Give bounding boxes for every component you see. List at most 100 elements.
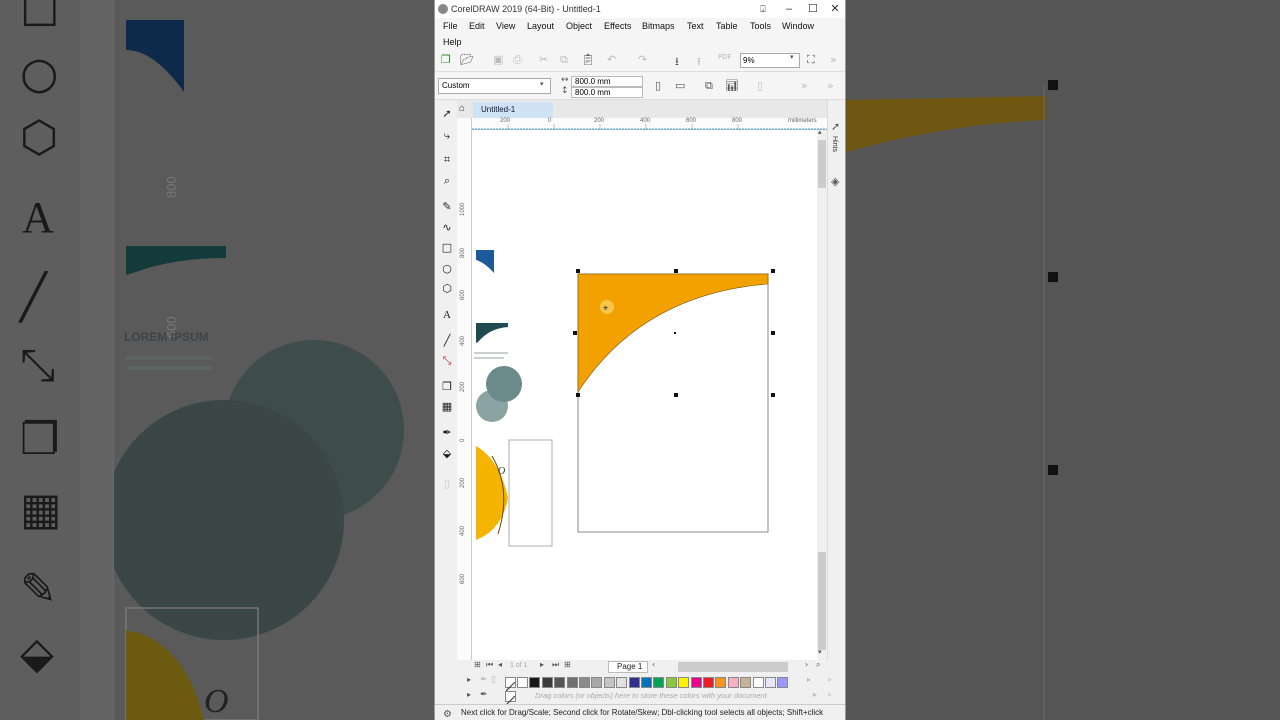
publish-pdf-icon[interactable]: PDF: [718, 53, 732, 61]
save-icon[interactable]: ▣: [493, 53, 503, 66]
eyedropper-tool-icon[interactable]: ✒: [439, 425, 455, 441]
hints-docker-tab[interactable]: Hints: [831, 136, 838, 152]
open-folder-icon[interactable]: 📂︎: [460, 53, 474, 66]
color-swatch[interactable]: [765, 677, 776, 688]
color-swatch[interactable]: [777, 677, 789, 688]
color-swatch[interactable]: [715, 677, 727, 688]
maximize-button[interactable]: ☐: [805, 1, 821, 17]
objects-docker-icon[interactable]: ◈: [831, 175, 839, 188]
menu-edit[interactable]: Edit: [469, 21, 485, 31]
color-swatch[interactable]: [752, 677, 764, 688]
page-height-field[interactable]: 800.0 mm: [571, 87, 643, 98]
freehand-tool-icon[interactable]: ✎: [439, 199, 455, 215]
quick-customize-icon[interactable]: ⍗: [755, 1, 771, 17]
page-nav-last-icon[interactable]: ⏭: [552, 660, 559, 670]
zoom-dropdown-icon[interactable]: ▾: [790, 53, 794, 61]
menu-layout[interactable]: Layout: [527, 21, 554, 31]
color-swatch[interactable]: [641, 677, 652, 688]
scroll-up-icon[interactable]: ▴: [818, 128, 822, 136]
page-nav-next-icon[interactable]: ▸: [540, 660, 544, 669]
duplicate-distance-icon[interactable]: ▯: [757, 79, 763, 92]
toolbox-customize-icon[interactable]: ▯: [439, 476, 455, 492]
add-page-icon[interactable]: ⊞: [564, 660, 571, 669]
shape-tool-icon[interactable]: ⤷: [439, 128, 455, 144]
color-swatch[interactable]: [678, 677, 690, 688]
home-icon[interactable]: ⌂: [459, 103, 465, 114]
color-swatch[interactable]: [554, 677, 566, 688]
menu-tools[interactable]: Tools: [750, 21, 771, 31]
toolbar-overflow-icon[interactable]: »: [830, 53, 837, 66]
rectangle-tool-icon[interactable]: □: [439, 240, 455, 256]
full-screen-icon[interactable]: ⛶: [807, 53, 815, 67]
color-swatch[interactable]: [727, 677, 739, 688]
vertical-scroll-track[interactable]: [818, 552, 826, 650]
color-swatch[interactable]: [665, 677, 677, 688]
all-pages-icon[interactable]: ⧉: [705, 79, 713, 93]
copy-icon[interactable]: ⧉: [560, 53, 568, 67]
interactive-fill-icon[interactable]: ⬙: [439, 446, 455, 462]
undo-icon[interactable]: ↶: [607, 53, 616, 66]
menu-window[interactable]: Window: [782, 21, 814, 31]
menu-view[interactable]: View: [496, 21, 515, 31]
connector-tool-icon[interactable]: ⤡: [439, 353, 455, 369]
color-swatch[interactable]: [517, 677, 528, 688]
export-icon[interactable]: ⭱: [697, 53, 701, 72]
portrait-icon[interactable]: ▯: [655, 79, 661, 92]
page-nav-prev-icon[interactable]: ◂: [498, 660, 502, 669]
color-swatch[interactable]: [566, 677, 578, 688]
close-button[interactable]: ✕: [827, 1, 843, 17]
paste-icon[interactable]: 📋︎: [581, 53, 595, 66]
import-icon[interactable]: ⭳: [675, 53, 679, 72]
no-color-swatch[interactable]: [505, 677, 516, 692]
menu-text[interactable]: Text: [687, 21, 704, 31]
color-swatch[interactable]: [616, 677, 628, 688]
color-swatch[interactable]: [740, 677, 752, 688]
menu-bitmaps[interactable]: Bitmaps: [642, 21, 675, 31]
pick-tool-icon[interactable]: ➚: [439, 106, 455, 122]
document-tab[interactable]: Untitled-1: [473, 102, 553, 118]
artistic-media-icon[interactable]: ∿: [439, 220, 455, 236]
hscroll-left-icon[interactable]: ‹: [652, 660, 655, 669]
page-size-select[interactable]: Custom: [438, 78, 551, 94]
hints-arrow-icon[interactable]: ➚: [831, 120, 840, 133]
page-size-dropdown-icon[interactable]: ▾: [540, 80, 544, 88]
print-icon[interactable]: ⎙: [513, 53, 522, 67]
drop-shadow-icon[interactable]: ❐: [439, 379, 455, 395]
hscroll-right-icon[interactable]: ›: [805, 660, 808, 669]
palette-eyedropper-icon[interactable]: ✒: [480, 675, 488, 685]
color-swatch[interactable]: [591, 677, 603, 688]
crop-tool-icon[interactable]: ⌗: [439, 152, 455, 168]
redo-icon[interactable]: ↷: [638, 53, 647, 66]
palette-expand-icon[interactable]: »: [827, 675, 832, 684]
menu-file[interactable]: File: [443, 21, 458, 31]
doc-palette-scroll-icon[interactable]: ▸: [813, 690, 817, 699]
landscape-icon[interactable]: ▭: [675, 79, 685, 92]
horizontal-scroll-thumb[interactable]: [678, 662, 788, 672]
color-swatch[interactable]: [653, 677, 665, 688]
polygon-tool-icon[interactable]: ⬡: [439, 281, 455, 297]
propbar-overflow-icon[interactable]: »: [801, 79, 808, 92]
color-swatch[interactable]: [603, 677, 615, 688]
page-nav-start-icon[interactable]: ⏮: [486, 660, 493, 670]
page-width-field[interactable]: 800.0 mm: [571, 76, 643, 87]
color-swatch[interactable]: [703, 677, 714, 688]
cut-icon[interactable]: ✂: [539, 53, 548, 66]
menu-effects[interactable]: Effects: [604, 21, 631, 31]
new-document-icon[interactable]: ❐: [441, 53, 451, 66]
color-swatch[interactable]: [529, 677, 541, 688]
status-gear-icon[interactable]: ⚙: [443, 707, 452, 720]
doc-palette-expand-icon[interactable]: »: [827, 690, 832, 699]
doc-no-color-swatch[interactable]: [505, 691, 516, 706]
page-tab[interactable]: Page 1: [608, 661, 648, 673]
scroll-down-icon[interactable]: ▾: [818, 648, 822, 656]
text-tool-icon[interactable]: A: [439, 307, 455, 323]
vertical-scroll-thumb[interactable]: [818, 140, 826, 188]
vertical-scrollbar[interactable]: ▴ ▾: [817, 128, 827, 660]
palette-doc-icon[interactable]: ▯: [491, 675, 496, 685]
drawing-canvas[interactable]: O ⌖: [472, 130, 817, 660]
color-swatch[interactable]: [690, 677, 702, 688]
color-swatch[interactable]: [579, 677, 590, 688]
doc-palette-menu-icon[interactable]: ▸: [467, 690, 471, 699]
color-swatch[interactable]: [628, 677, 640, 688]
color-swatch[interactable]: [541, 677, 553, 688]
